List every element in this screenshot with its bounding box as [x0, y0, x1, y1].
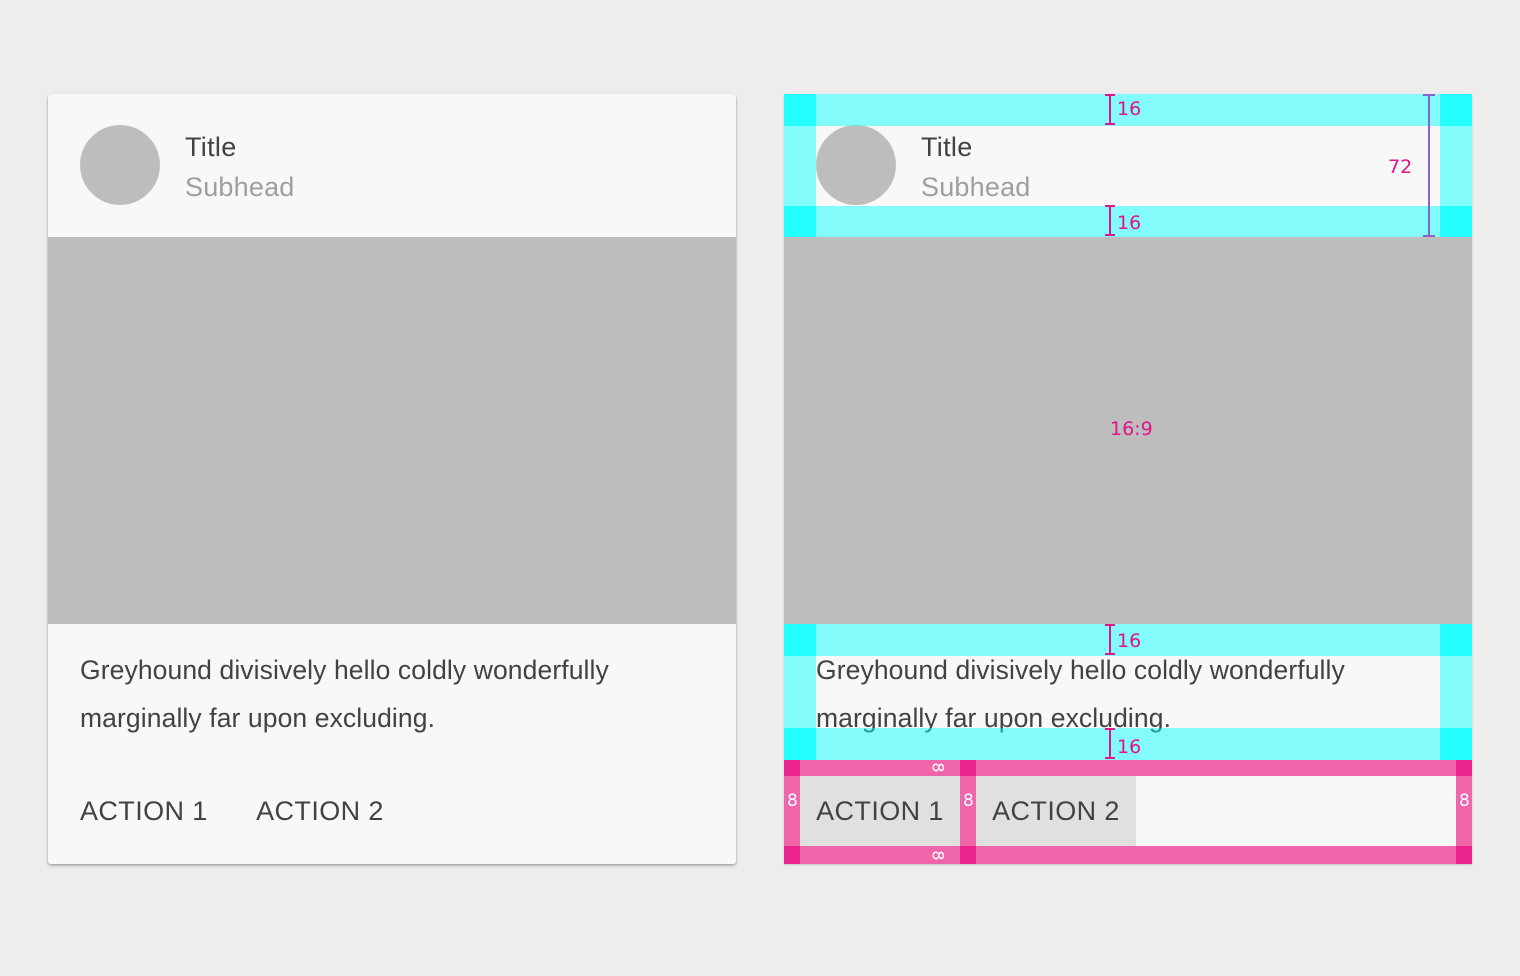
card-annotated: Title Subhead Greyhound divisively hello… — [784, 94, 1472, 864]
card-title: Title — [185, 132, 237, 162]
card-body-text: Greyhound divisively hello coldly wonder… — [80, 655, 609, 733]
action-padding-right-label: 8 — [1459, 791, 1470, 811]
body-bottom-padding-label: 16 — [1117, 736, 1142, 758]
media-ratio-label: 16:9 — [1110, 418, 1153, 440]
body-top-padding-label: 16 — [1117, 630, 1142, 652]
card-subhead: Subhead — [185, 172, 295, 202]
action-1-button[interactable]: ACTION 1 — [80, 776, 207, 846]
action-gap-label: 8 — [963, 791, 974, 811]
action-2-button[interactable]: ACTION 2 — [254, 776, 386, 846]
action-padding-left-label: 8 — [787, 791, 798, 811]
action-top-padding-label: 8 — [928, 762, 948, 773]
action-bottom-padding-label: 8 — [928, 850, 948, 861]
header-top-padding-label: 16 — [1117, 98, 1142, 120]
card-example: Title Subhead Greyhound divisively hello… — [48, 94, 736, 864]
avatar — [80, 125, 160, 205]
header-height-label: 72 — [1388, 156, 1413, 178]
media-placeholder — [48, 237, 736, 624]
header-bottom-padding-label: 16 — [1117, 212, 1142, 234]
